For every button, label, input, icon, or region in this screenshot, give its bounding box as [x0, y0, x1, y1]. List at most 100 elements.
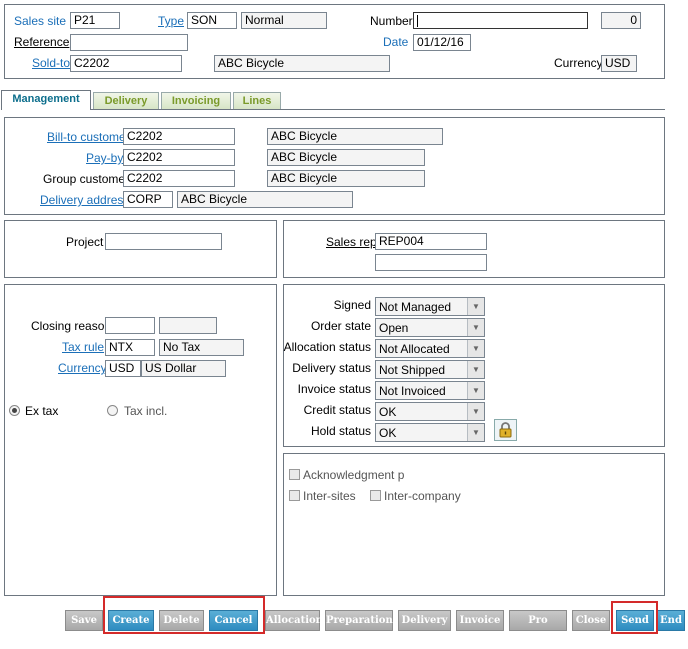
type-code-field[interactable]: SON [187, 12, 237, 29]
ex-tax-label: Ex tax [25, 404, 59, 418]
invoice-status-select[interactable]: Not Invoiced ▼ [375, 381, 485, 400]
sales-rep-field-2[interactable] [375, 254, 487, 271]
group-customer-label: Group customer [43, 172, 130, 186]
delivery-status-select[interactable]: Not Shipped ▼ [375, 360, 485, 379]
date-field[interactable]: 01/12/16 [413, 34, 471, 51]
chevron-down-icon[interactable]: ▼ [467, 403, 484, 420]
tax-currency-desc-field: US Dollar [141, 360, 226, 377]
tab-lines[interactable]: Lines [233, 92, 281, 109]
date-label: Date [383, 35, 409, 49]
tab-strip-line [1, 109, 665, 110]
sales-rep-field[interactable]: REP004 [375, 233, 487, 250]
credit-status-value: OK [379, 405, 397, 419]
chevron-down-icon[interactable]: ▼ [467, 298, 484, 315]
reference-field[interactable] [70, 34, 188, 51]
send-button[interactable]: Send [616, 610, 654, 631]
group-customer-name-field: ABC Bicycle [267, 170, 425, 187]
reference-label[interactable]: Reference [14, 35, 69, 49]
pay-by-code-field[interactable]: C2202 [123, 149, 235, 166]
invoice-status-value: Not Invoiced [379, 384, 446, 398]
chevron-down-icon[interactable]: ▼ [467, 319, 484, 336]
project-label: Project [66, 235, 104, 249]
lock-icon [499, 422, 512, 438]
sold-to-name-field: ABC Bicycle [214, 55, 390, 72]
delivery-address-code-field[interactable]: CORP [123, 191, 173, 208]
create-button[interactable]: Create [108, 610, 154, 631]
order-state-select[interactable]: Open ▼ [375, 318, 485, 337]
number-label: Number [370, 14, 413, 28]
pay-by-name-field: ABC Bicycle [267, 149, 425, 166]
closing-reason-field-1[interactable] [105, 317, 155, 334]
delivery-address-name-field: ABC Bicycle [177, 191, 353, 208]
hold-status-select[interactable]: OK ▼ [375, 423, 485, 442]
sales-site-field[interactable]: P21 [70, 12, 120, 29]
bill-to-label[interactable]: Bill-to customer [47, 130, 130, 144]
acknowledgment-checkbox[interactable] [289, 469, 300, 480]
order-state-label: Order state [310, 319, 371, 333]
group-customer-code-field[interactable]: C2202 [123, 170, 235, 187]
closing-reason-field-2 [159, 317, 217, 334]
delivery-status-label: Delivery status [292, 361, 371, 375]
bill-to-code-field[interactable]: C2202 [123, 128, 235, 145]
sold-to-code-field[interactable]: C2202 [70, 55, 182, 72]
delivery-address-label[interactable]: Delivery address [40, 193, 129, 207]
type-label[interactable]: Type [158, 14, 184, 28]
lock-button[interactable] [494, 419, 517, 441]
end-button[interactable]: End [657, 610, 685, 631]
chevron-down-icon[interactable]: ▼ [467, 361, 484, 378]
chevron-down-icon[interactable]: ▼ [467, 340, 484, 357]
hold-status-value: OK [379, 426, 397, 440]
signed-select[interactable]: Not Managed ▼ [375, 297, 485, 316]
invoice-button[interactable]: Invoice [456, 610, 504, 631]
text-cursor [417, 14, 418, 27]
signed-value: Not Managed [379, 300, 452, 314]
tax-currency-label[interactable]: Currency [58, 361, 107, 375]
delete-button[interactable]: Delete [159, 610, 204, 631]
allocation-status-select[interactable]: Not Allocated ▼ [375, 339, 485, 358]
save-button[interactable]: Save [65, 610, 103, 631]
cancel-button[interactable]: Cancel [209, 610, 258, 631]
type-desc-field: Normal [241, 12, 327, 29]
sold-to-label[interactable]: Sold-to [32, 56, 70, 70]
chevron-down-icon[interactable]: ▼ [467, 382, 484, 399]
credit-status-select[interactable]: OK ▼ [375, 402, 485, 421]
allocation-status-value: Not Allocated [379, 342, 450, 356]
invoice-status-label: Invoice status [297, 382, 371, 396]
chevron-down-icon[interactable]: ▼ [467, 424, 484, 441]
allocation-button[interactable]: Allocation [265, 610, 323, 631]
tab-invoicing[interactable]: Invoicing [161, 92, 231, 109]
allocation-status-label: Allocation status [283, 340, 371, 354]
order-state-value: Open [379, 321, 409, 335]
inter-company-label: Inter-company [384, 489, 461, 503]
header-currency-label: Currency [554, 56, 603, 70]
delivery-status-value: Not Shipped [379, 363, 446, 377]
number-count-field: 0 [601, 12, 641, 29]
acknowledgment-label: Acknowledgment p [303, 468, 405, 482]
close-button[interactable]: Close [572, 610, 610, 631]
tax-currency-code-field[interactable]: USD [105, 360, 141, 377]
tax-incl-label: Tax incl. [124, 404, 168, 418]
project-field[interactable] [105, 233, 222, 250]
pay-by-label[interactable]: Pay-by [86, 151, 123, 165]
inter-company-checkbox[interactable] [370, 490, 381, 501]
sales-rep-label[interactable]: Sales rep [326, 235, 377, 249]
tab-management[interactable]: Management [1, 90, 91, 110]
tax-rule-label[interactable]: Tax rule [62, 340, 104, 354]
tab-delivery[interactable]: Delivery [93, 92, 159, 109]
tax-incl-radio[interactable] [107, 405, 118, 416]
hold-status-label: Hold status [310, 424, 371, 438]
inter-sites-checkbox[interactable] [289, 490, 300, 501]
tax-rule-code-field[interactable]: NTX [105, 339, 155, 356]
inter-sites-label: Inter-sites [303, 489, 356, 503]
number-field[interactable] [413, 12, 588, 29]
pro-forma-button[interactable]: Pro forma [509, 610, 567, 645]
signed-label: Signed [333, 298, 371, 312]
ex-tax-radio[interactable] [9, 405, 20, 416]
closing-reason-label: Closing reason [31, 319, 112, 333]
bill-to-name-field: ABC Bicycle [267, 128, 443, 145]
sales-site-label: Sales site [14, 14, 67, 28]
header-currency-field: USD [601, 55, 637, 72]
tax-rule-desc-field: No Tax [159, 339, 244, 356]
delivery-button[interactable]: Delivery [398, 610, 451, 631]
preparation-button[interactable]: Preparation [325, 610, 393, 631]
